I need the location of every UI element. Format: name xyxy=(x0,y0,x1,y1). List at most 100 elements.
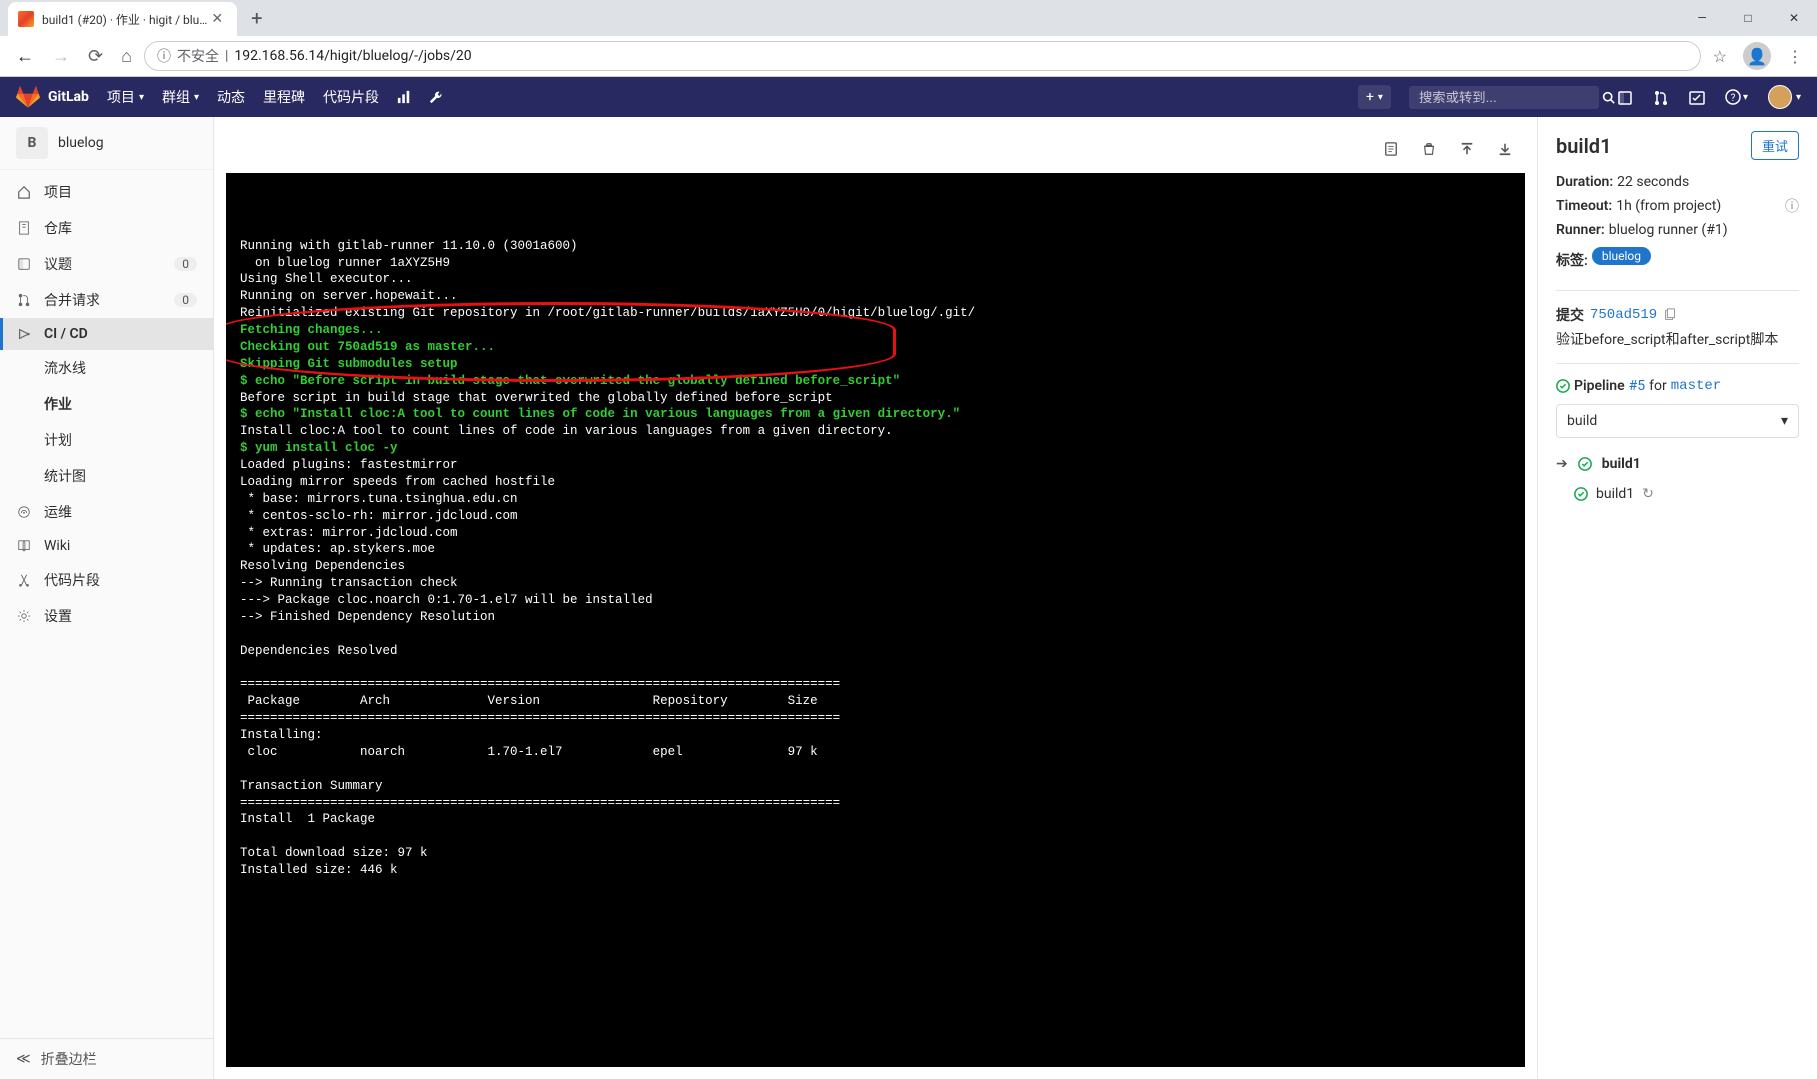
insecure-label: 不安全 xyxy=(177,46,219,66)
pipeline-id-link[interactable]: #5 xyxy=(1629,378,1646,394)
browser-menu-icon[interactable]: ⋮ xyxy=(1787,47,1803,66)
nav-search[interactable] xyxy=(1409,86,1599,109)
sidebar-project-header[interactable]: B bluelog xyxy=(0,117,213,170)
mr-icon xyxy=(16,292,32,308)
log-line: * extras: mirror.jdcloud.com xyxy=(240,525,1511,542)
browser-tab[interactable]: build1 (#20) · 作业 · higit / blu… ✕ xyxy=(8,2,237,36)
main-content: Running with gitlab-runner 11.10.0 (3001… xyxy=(214,117,1817,1079)
forward-icon[interactable]: → xyxy=(52,46,70,67)
log-line: * updates: ap.stykers.moe xyxy=(240,541,1511,558)
nav-wrench-icon[interactable] xyxy=(429,90,443,104)
sidebar-sub-item[interactable]: 统计图 xyxy=(0,458,213,494)
back-icon[interactable]: ← xyxy=(16,46,34,67)
nav-plus-button[interactable]: +▾ xyxy=(1358,85,1391,109)
sidebar-item-snippets[interactable]: 代码片段 xyxy=(0,562,213,598)
sidebar-item-mr[interactable]: 合并请求0 xyxy=(0,282,213,318)
nav-help-icon[interactable]: ?▾ xyxy=(1725,89,1748,105)
nav-snippets[interactable]: 代码片段 xyxy=(323,87,379,107)
star-icon[interactable]: ☆ xyxy=(1713,47,1727,66)
nav-milestones[interactable]: 里程碑 xyxy=(263,87,305,107)
sidebar-sub-item[interactable]: 流水线 xyxy=(0,350,213,386)
stage-select[interactable]: build ▾ xyxy=(1556,404,1799,438)
timeout-label: Timeout: xyxy=(1556,198,1612,214)
job-log-wrap: Running with gitlab-runner 11.10.0 (3001… xyxy=(214,117,1537,1079)
log-line: * base: mirrors.tuna.tsinghua.edu.cn xyxy=(240,491,1511,508)
window-close[interactable]: ✕ xyxy=(1771,2,1817,34)
browser-chrome: build1 (#20) · 作业 · higit / blu… ✕ + — □… xyxy=(0,0,1817,77)
commit-sha-link[interactable]: 750ad519 xyxy=(1590,307,1657,323)
nav-mr-icon[interactable] xyxy=(1653,88,1669,107)
sub-job-name[interactable]: build1 xyxy=(1596,486,1634,502)
sidebar-item-wiki[interactable]: Wiki xyxy=(0,530,213,562)
log-line: Before script in build stage that overwr… xyxy=(240,390,1511,407)
home-icon[interactable]: ⌂ xyxy=(121,46,132,67)
retry-button[interactable]: 重试 xyxy=(1751,131,1799,160)
scroll-bottom-icon[interactable] xyxy=(1491,135,1519,163)
log-line xyxy=(240,660,1511,677)
job-log[interactable]: Running with gitlab-runner 11.10.0 (3001… xyxy=(226,173,1525,1067)
sidebar-item-repo[interactable]: 仓库 xyxy=(0,210,213,246)
collapse-sidebar[interactable]: ≪ 折叠边栏 xyxy=(0,1038,213,1079)
url-box[interactable]: ⓘ 不安全 | 192.168.56.14/higit/bluelog/-/jo… xyxy=(144,41,1701,71)
new-tab-button[interactable]: + xyxy=(241,6,272,30)
runner-value: bluelog runner (#1) xyxy=(1609,222,1728,238)
log-line: Dependencies Resolved xyxy=(240,643,1511,660)
show-raw-icon[interactable] xyxy=(1377,135,1405,163)
pipeline-status-icon xyxy=(1556,378,1570,394)
log-line: --> Running transaction check xyxy=(240,575,1511,592)
pipeline-label: Pipeline xyxy=(1574,378,1625,394)
reload-icon[interactable]: ⟳ xyxy=(88,46,103,67)
tab-title: build1 (#20) · 作业 · higit / blu… xyxy=(42,11,207,28)
wiki-icon xyxy=(16,538,32,554)
current-job-arrow-icon: ➔ xyxy=(1556,456,1568,472)
tab-close-icon[interactable]: ✕ xyxy=(207,11,227,27)
window-maximize[interactable]: □ xyxy=(1725,2,1771,34)
ops-icon xyxy=(16,504,32,520)
log-line: Loading mirror speeds from cached hostfi… xyxy=(240,474,1511,491)
url-separator: | xyxy=(225,48,228,64)
log-line: Loaded plugins: fastestmirror xyxy=(240,457,1511,474)
repo-icon xyxy=(16,220,32,236)
stage-job-name[interactable]: build1 xyxy=(1602,456,1641,472)
gitlab-logo[interactable]: GitLab xyxy=(16,85,89,109)
nav-projects[interactable]: 项目▾ xyxy=(107,87,144,107)
sidebar-item-settings[interactable]: 设置 xyxy=(0,598,213,634)
timeout-help-icon[interactable]: ⓘ xyxy=(1785,196,1799,216)
collapse-icon: ≪ xyxy=(16,1051,31,1067)
job-sidebar: build1 重试 Duration: 22 seconds Timeout: … xyxy=(1537,117,1817,1079)
address-tail: ☆ 👤 ⋮ xyxy=(1713,42,1809,70)
page-layout: B bluelog 项目仓库议题0合并请求0CI / CD流水线作业计划统计图运… xyxy=(0,117,1817,1079)
nav-chart-icon[interactable] xyxy=(397,90,411,104)
retry-sub-icon[interactable]: ↻ xyxy=(1642,486,1654,502)
log-line: $ yum install cloc -y xyxy=(240,440,1511,457)
log-line xyxy=(240,626,1511,643)
nav-user-avatar[interactable]: ▾ xyxy=(1768,85,1801,109)
browser-profile-icon[interactable]: 👤 xyxy=(1743,42,1771,70)
sidebar-item-ops[interactable]: 运维 xyxy=(0,494,213,530)
log-line xyxy=(240,761,1511,778)
nav-issues-icon[interactable] xyxy=(1617,88,1633,107)
insecure-icon: ⓘ xyxy=(157,46,171,66)
window-controls: — □ ✕ xyxy=(1679,2,1817,34)
nav-activity[interactable]: 动态 xyxy=(217,87,245,107)
sidebar-item-home[interactable]: 项目 xyxy=(0,174,213,210)
log-line: Running with gitlab-runner 11.10.0 (3001… xyxy=(240,238,1511,255)
nav-todo-icon[interactable] xyxy=(1689,88,1705,107)
window-minimize[interactable]: — xyxy=(1679,2,1725,34)
search-icon xyxy=(1602,90,1615,105)
search-input[interactable] xyxy=(1419,90,1596,105)
scroll-top-icon[interactable] xyxy=(1453,135,1481,163)
sidebar-items: 项目仓库议题0合并请求0CI / CD流水线作业计划统计图运维Wiki代码片段设… xyxy=(0,170,213,1038)
copy-sha-icon[interactable] xyxy=(1663,307,1677,323)
sidebar-item-issues[interactable]: 议题0 xyxy=(0,246,213,282)
sidebar-sub-item[interactable]: 计划 xyxy=(0,422,213,458)
collapse-label: 折叠边栏 xyxy=(41,1049,97,1069)
erase-log-icon[interactable] xyxy=(1415,135,1443,163)
log-line: Running on server.hopewait... xyxy=(240,288,1511,305)
pipeline-branch[interactable]: master xyxy=(1671,378,1721,394)
log-line: Using Shell executor... xyxy=(240,271,1511,288)
nav-groups[interactable]: 群组▾ xyxy=(162,87,199,107)
sidebar-sub-item[interactable]: 作业 xyxy=(0,386,213,422)
sidebar-item-cicd[interactable]: CI / CD xyxy=(0,318,213,350)
duration-value: 22 seconds xyxy=(1617,174,1689,190)
